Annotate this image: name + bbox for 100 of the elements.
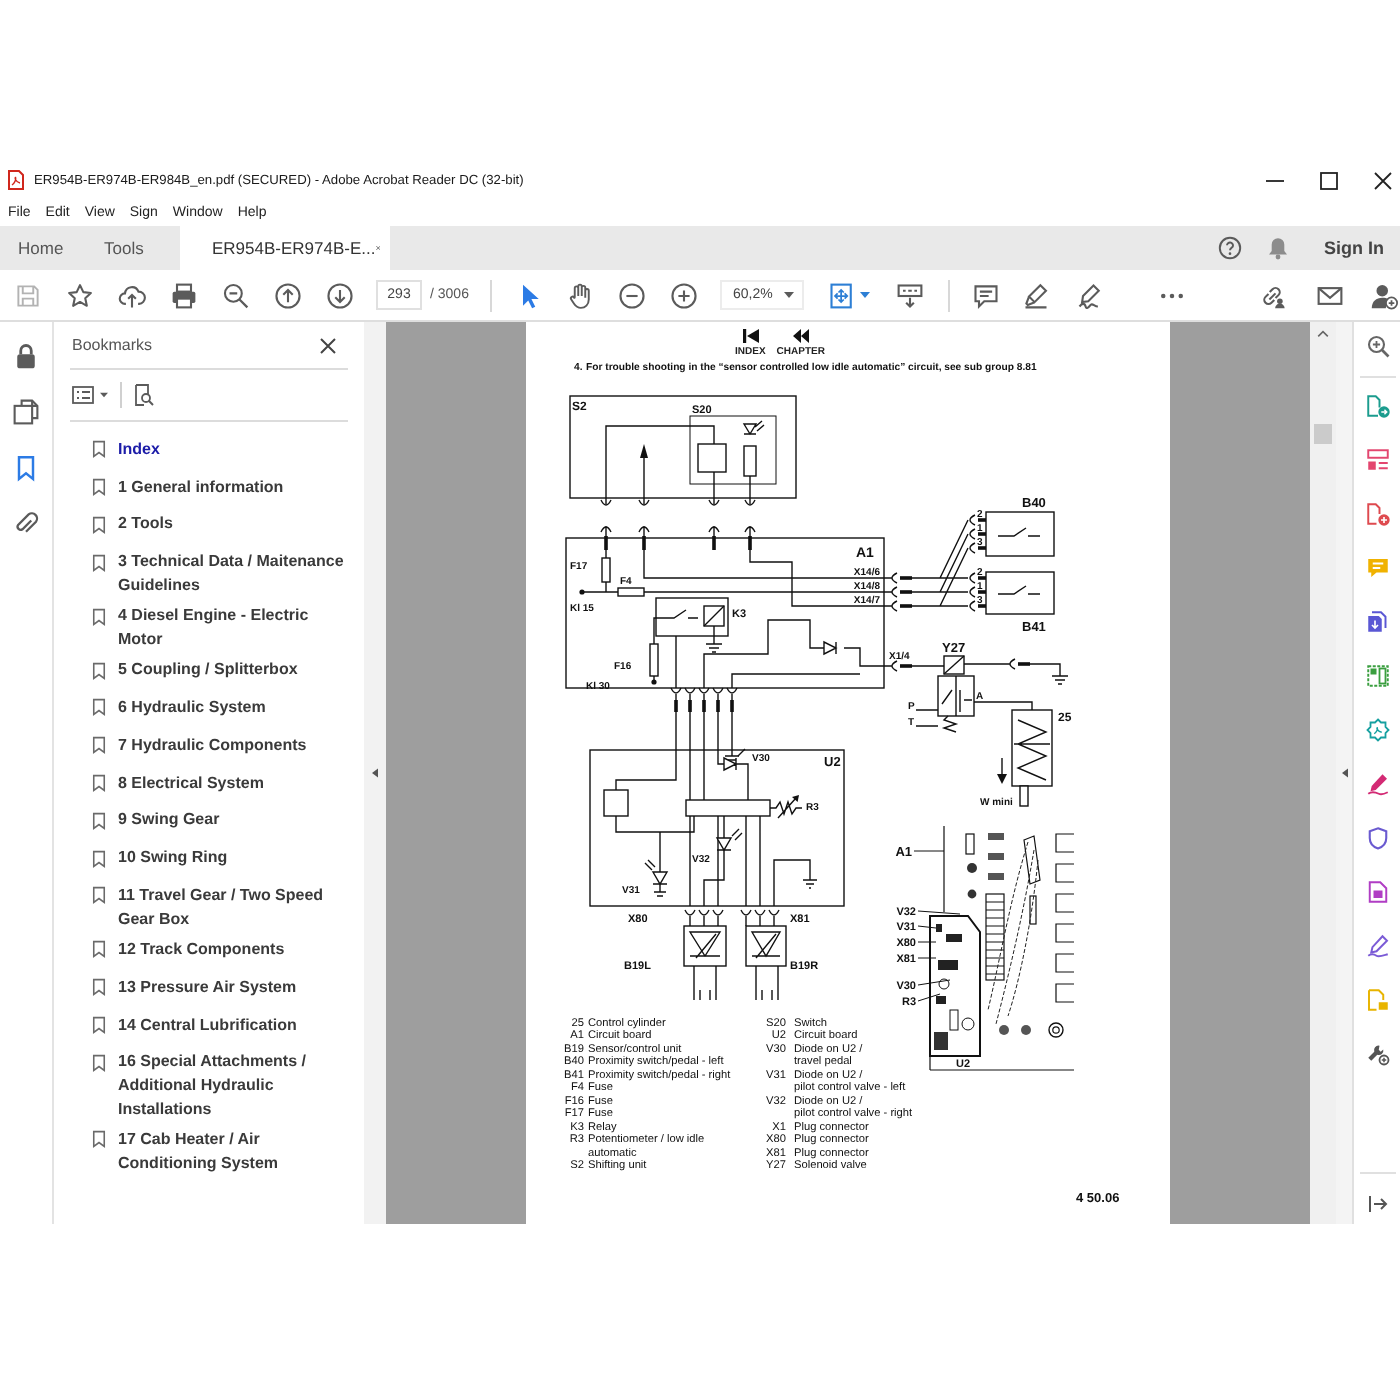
signature-pen-icon[interactable] bbox=[1076, 281, 1105, 309]
bookmark-item[interactable]: 4 Diesel Engine - Electric Motor bbox=[70, 600, 348, 655]
expand-panel-icon[interactable] bbox=[1367, 1194, 1387, 1214]
form-fields-icon[interactable] bbox=[1365, 448, 1389, 472]
badge-document-icon[interactable] bbox=[1365, 718, 1389, 742]
tab[interactable]: Tools bbox=[82, 226, 180, 270]
sign-in-button[interactable]: Sign In bbox=[1324, 238, 1384, 258]
diode-symbol bbox=[723, 748, 746, 772]
document-icon[interactable] bbox=[1365, 880, 1389, 904]
led-symbol bbox=[644, 859, 669, 885]
fuse-symbol bbox=[649, 643, 659, 677]
maximize-icon[interactable] bbox=[1320, 171, 1338, 189]
tab[interactable]: ER954B-ER974B-E... bbox=[180, 226, 390, 270]
diode-symbol bbox=[823, 641, 837, 656]
magnifier-icon[interactable] bbox=[1365, 334, 1389, 358]
lock-icon[interactable] bbox=[12, 342, 40, 370]
double-left-arrow-icon bbox=[791, 328, 810, 344]
collapse-arrow-icon[interactable] bbox=[372, 768, 378, 778]
cloud-upload-icon[interactable] bbox=[118, 281, 146, 309]
scroll-up-icon[interactable] bbox=[1316, 330, 1330, 338]
bookmark-item[interactable]: 2 Tools bbox=[70, 509, 348, 547]
paperclip-icon[interactable] bbox=[12, 510, 40, 538]
panel-title: Bookmarks bbox=[72, 336, 153, 354]
comment-icon[interactable] bbox=[972, 281, 1001, 309]
scroll-mode-icon[interactable] bbox=[896, 281, 925, 309]
star-icon[interactable] bbox=[66, 281, 94, 309]
potentiometer-symbol bbox=[769, 795, 803, 819]
chip-symbol bbox=[685, 799, 771, 817]
link-icon[interactable] bbox=[1258, 281, 1287, 309]
leader-line bbox=[913, 850, 945, 852]
up-arrow-circle-icon[interactable] bbox=[274, 281, 302, 309]
print-icon[interactable] bbox=[170, 281, 198, 309]
leader-line bbox=[917, 979, 951, 986]
first-page-icon bbox=[741, 328, 760, 344]
down-arrow-circle-icon[interactable] bbox=[326, 281, 354, 309]
zoom-out-icon[interactable] bbox=[222, 281, 250, 309]
pen-icon[interactable] bbox=[1365, 772, 1389, 796]
bookmark-item[interactable]: 9 Swing Gear bbox=[70, 805, 348, 843]
sensor-box bbox=[683, 925, 727, 967]
pdf-file-icon bbox=[8, 170, 24, 190]
bookmark-item[interactable]: 16 Special Attachments / Additional Hydraulic Installations bbox=[70, 1047, 348, 1125]
control-cylinder-symbol bbox=[1011, 709, 1053, 807]
tab[interactable]: Home bbox=[0, 226, 82, 270]
document-add-icon[interactable] bbox=[1365, 502, 1389, 526]
minus-circle-icon[interactable] bbox=[618, 281, 647, 309]
solenoid-valve-symbol bbox=[937, 655, 975, 733]
page-layout-icon[interactable] bbox=[1365, 664, 1389, 688]
wrench-icon[interactable] bbox=[1365, 1042, 1389, 1066]
relay-symbol bbox=[655, 597, 729, 637]
bell-icon[interactable] bbox=[1266, 236, 1290, 260]
bookmark-icon[interactable] bbox=[12, 454, 40, 482]
help-icon[interactable] bbox=[1218, 236, 1242, 260]
bookmark-item[interactable]: Index bbox=[70, 434, 348, 472]
proximity-switch-box bbox=[985, 511, 1055, 557]
bookmark-item[interactable]: 7 Hydraulic Components bbox=[70, 729, 348, 768]
bookmark-item[interactable]: 6 Hydraulic System bbox=[70, 692, 348, 730]
bookmark-item[interactable]: 5 Coupling / Splitterbox bbox=[70, 654, 348, 693]
pages-icon[interactable] bbox=[12, 398, 40, 426]
shield-icon[interactable] bbox=[1365, 826, 1389, 850]
list-options-icon[interactable] bbox=[72, 386, 94, 404]
led-symbol bbox=[716, 828, 743, 851]
fit-page-icon[interactable] bbox=[828, 281, 857, 309]
add-user-icon[interactable] bbox=[1370, 281, 1399, 309]
combine-files-icon[interactable] bbox=[1365, 610, 1389, 634]
plus-circle-icon[interactable] bbox=[670, 281, 699, 309]
bookmark-search-icon[interactable] bbox=[134, 384, 154, 406]
bookmark-item[interactable]: 17 Cab Heater / Air Conditioning System bbox=[70, 1124, 348, 1179]
component-box bbox=[603, 789, 629, 817]
highlighter-icon[interactable] bbox=[1022, 281, 1051, 309]
document-export-icon[interactable] bbox=[1365, 394, 1389, 418]
leader-line bbox=[917, 910, 961, 915]
scrollbar-thumb[interactable] bbox=[1314, 424, 1332, 444]
leader-line bbox=[917, 925, 937, 929]
mail-icon[interactable] bbox=[1316, 281, 1345, 309]
bookmark-item[interactable]: 1 General information bbox=[70, 471, 348, 510]
bookmark-item[interactable]: 14 Central Lubrification bbox=[70, 1009, 348, 1048]
close-icon[interactable] bbox=[320, 337, 336, 353]
bookmark-item[interactable]: 10 Swing Ring bbox=[70, 842, 348, 881]
caret-icon[interactable] bbox=[100, 392, 108, 398]
leader-line bbox=[917, 993, 941, 1002]
bookmark-item[interactable]: 12 Track Components bbox=[70, 934, 348, 972]
close-icon[interactable] bbox=[1374, 171, 1392, 189]
bookmark-icon bbox=[92, 607, 106, 626]
caret-icon bbox=[784, 292, 795, 298]
bookmark-item[interactable]: 11 Travel Gear / Two Speed Gear Box bbox=[70, 880, 348, 935]
proximity-switch-box bbox=[985, 571, 1055, 615]
bookmark-item[interactable]: 8 Electrical System bbox=[70, 767, 348, 806]
sensor-box bbox=[745, 925, 787, 967]
bookmark-item[interactable]: 3 Technical Data / Maitenance Guidelines bbox=[70, 546, 348, 601]
direction-arrow bbox=[997, 757, 1007, 784]
leader-line bbox=[917, 941, 937, 943]
hand-icon[interactable] bbox=[566, 281, 595, 309]
signature-icon[interactable] bbox=[1365, 934, 1389, 958]
signal-arrow bbox=[640, 444, 648, 499]
collapse-arrow-icon[interactable] bbox=[1341, 768, 1347, 778]
fuse-symbol bbox=[617, 587, 645, 597]
caret-icon[interactable] bbox=[860, 292, 871, 298]
fuse-symbol bbox=[601, 557, 611, 583]
bookmark-icon bbox=[92, 1130, 106, 1149]
bookmark-item[interactable]: 13 Pressure Air System bbox=[70, 971, 348, 1010]
